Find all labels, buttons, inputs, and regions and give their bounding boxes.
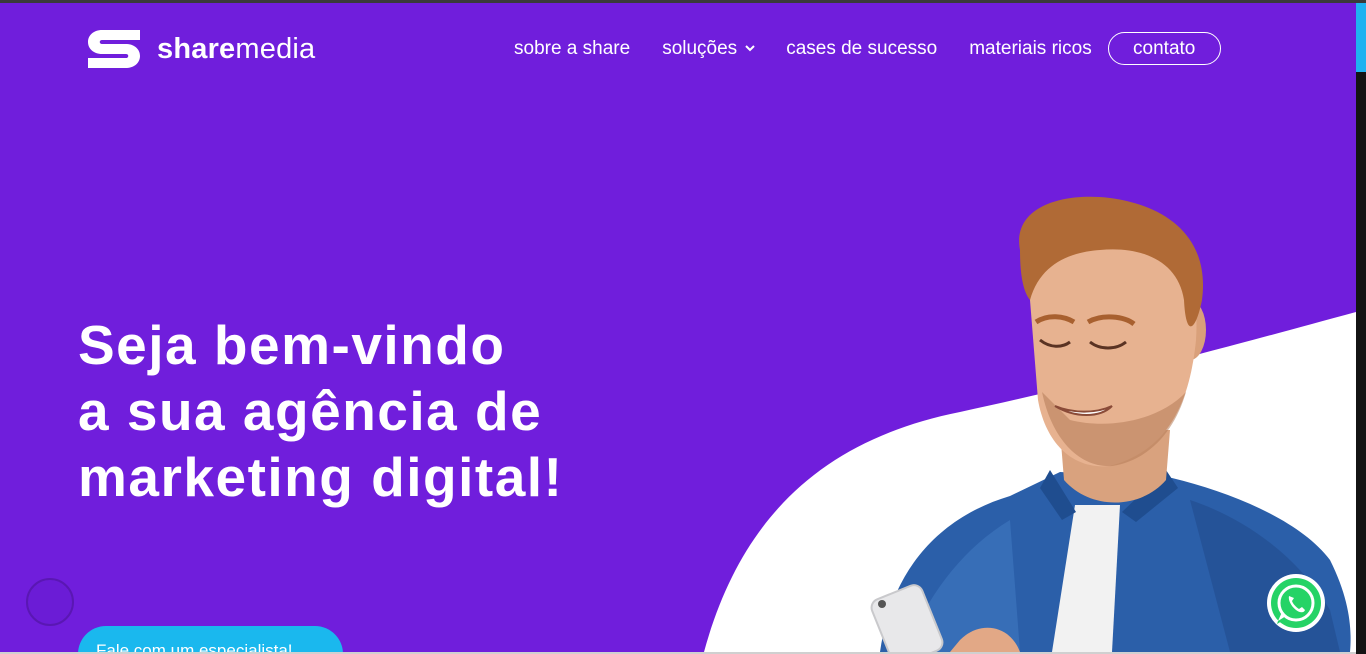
whatsapp-icon[interactable]: [1265, 572, 1327, 634]
hero-title: Seja bem-vindo a sua agência de marketin…: [78, 312, 563, 510]
main-nav: sobre a share soluções cases de sucesso …: [514, 32, 1221, 65]
contact-button[interactable]: contato: [1107, 32, 1221, 65]
sharemedia-logo-icon: [88, 30, 140, 68]
cta-specialist-button[interactable]: Fale com um especialista!: [78, 626, 343, 654]
hero-title-line-3: marketing digital!: [78, 446, 564, 508]
hero-title-line-1: Seja bem-vindo: [78, 314, 506, 376]
nav-item-solucoes[interactable]: soluções: [662, 38, 755, 60]
nav-item-sobre[interactable]: sobre a share: [514, 38, 630, 60]
hero-title-line-2: a sua agência de: [78, 380, 543, 442]
brand-name-bold: share: [157, 32, 236, 65]
scrollbar-thumb[interactable]: [1356, 3, 1366, 72]
nav-item-materiais[interactable]: materiais ricos: [969, 38, 1091, 60]
brand-logo[interactable]: sharemedia: [88, 30, 315, 68]
brand-name-light: media: [235, 32, 316, 65]
nav-item-cases[interactable]: cases de sucesso: [786, 38, 937, 60]
chevron-down-icon: [745, 45, 755, 52]
nav-item-solucoes-label: soluções: [662, 37, 738, 59]
floating-circle-button[interactable]: [26, 578, 74, 626]
scrollbar-track[interactable]: [1356, 3, 1366, 654]
brand-name: sharemedia: [157, 33, 315, 66]
